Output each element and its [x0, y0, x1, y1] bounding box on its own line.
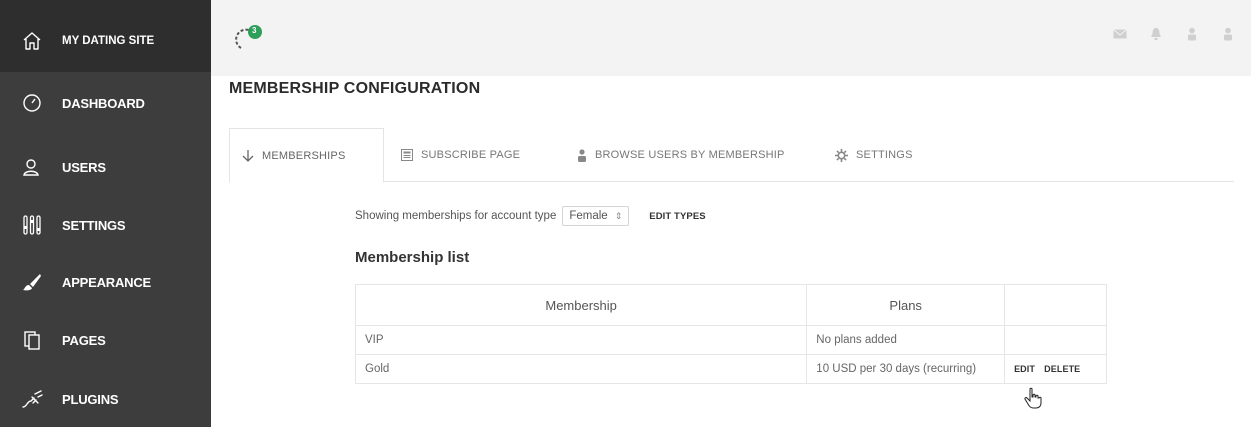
account-type-select[interactable]: Female ⇕ [562, 206, 630, 226]
user-icon [577, 148, 587, 162]
sidebar: MY DATING SITE DASHBOARD USERS SETTINGS … [0, 0, 211, 427]
sidebar-top-strip [0, 0, 211, 10]
actions-cell: EDIT DELETE [1004, 354, 1107, 384]
users-icon [20, 155, 44, 179]
sidebar-item-settings[interactable]: SETTINGS [0, 196, 211, 254]
plug-icon [20, 387, 44, 411]
tab-label: BROWSE USERS BY MEMBERSHIP [595, 149, 785, 161]
user-icon[interactable] [1221, 26, 1235, 42]
table-header-row: Membership Plans [354, 284, 1107, 326]
arrow-down-icon [242, 149, 254, 163]
pages-icon [20, 328, 44, 352]
sidebar-item-plugins[interactable]: PLUGINS [0, 370, 211, 427]
tab-bar: MEMBERSHIPS SUBSCRIBE PAGE BROWSE USERS … [229, 128, 1234, 183]
sliders-icon [20, 213, 44, 237]
spinner-logo-icon[interactable]: 3 [231, 22, 263, 54]
tab-settings[interactable]: SETTINGS [835, 128, 913, 182]
tab-subscribe-page[interactable]: SUBSCRIBE PAGE [401, 128, 520, 182]
delete-button[interactable]: DELETE [1044, 364, 1080, 374]
speedometer-icon [20, 91, 44, 115]
tab-label: MEMBERSHIPS [262, 149, 346, 162]
top-bar: 3 [211, 0, 1251, 76]
sidebar-item-dashboard[interactable]: DASHBOARD [0, 74, 211, 132]
sidebar-brand[interactable]: MY DATING SITE [0, 10, 211, 72]
tab-label: SETTINGS [856, 149, 913, 161]
page-icon [401, 149, 413, 161]
notification-count-badge: 3 [252, 26, 257, 35]
table-row: VIP No plans added [354, 325, 1107, 355]
column-header-actions [1004, 284, 1107, 326]
sidebar-item-pages[interactable]: PAGES [0, 311, 211, 369]
user-icon[interactable] [1185, 26, 1199, 42]
sidebar-item-label: SETTINGS [62, 217, 126, 233]
gear-icon [835, 148, 848, 162]
account-type-value: Female [569, 210, 608, 222]
edit-button[interactable]: EDIT [1014, 364, 1035, 374]
column-header-plans: Plans [806, 284, 1006, 326]
sidebar-item-label: USERS [62, 159, 106, 175]
actions-cell [1004, 325, 1107, 355]
hand-cursor-icon [1024, 387, 1042, 414]
plans-cell: 10 USD per 30 days (recurring) [806, 354, 1006, 384]
plans-cell: No plans added [806, 325, 1006, 355]
membership-name-cell: Gold [354, 354, 808, 384]
mail-icon[interactable] [1113, 26, 1127, 42]
brush-icon [20, 270, 44, 294]
filter-prefix-text: Showing memberships for account type [355, 210, 557, 222]
membership-table: Membership Plans VIP No plans added Gold… [354, 284, 1107, 384]
sidebar-brand-label: MY DATING SITE [62, 35, 155, 47]
tab-browse-users-by-membership[interactable]: BROWSE USERS BY MEMBERSHIP [577, 128, 785, 182]
sidebar-item-label: PLUGINS [62, 391, 119, 407]
select-arrows-icon: ⇕ [614, 210, 623, 221]
sidebar-item-label: APPEARANCE [62, 274, 152, 290]
membership-name-cell: VIP [354, 325, 808, 355]
home-icon [20, 29, 44, 53]
edit-types-link[interactable]: EDIT TYPES [649, 211, 705, 222]
page-title: MEMBERSHIP CONFIGURATION [229, 80, 481, 97]
sidebar-item-appearance[interactable]: APPEARANCE [0, 253, 211, 311]
column-header-membership: Membership [354, 284, 808, 326]
sidebar-item-users[interactable]: USERS [0, 138, 211, 196]
tab-label: SUBSCRIBE PAGE [421, 149, 521, 161]
membership-list-title: Membership list [355, 249, 470, 266]
top-icons [1113, 26, 1235, 42]
sidebar-item-label: PAGES [62, 332, 106, 348]
sidebar-item-label: DASHBOARD [62, 95, 145, 111]
bell-icon[interactable] [1149, 26, 1163, 42]
tab-memberships[interactable]: MEMBERSHIPS [229, 128, 384, 183]
account-type-filter: Showing memberships for account type Fem… [355, 206, 706, 226]
table-row: Gold 10 USD per 30 days (recurring) EDIT… [354, 354, 1107, 384]
